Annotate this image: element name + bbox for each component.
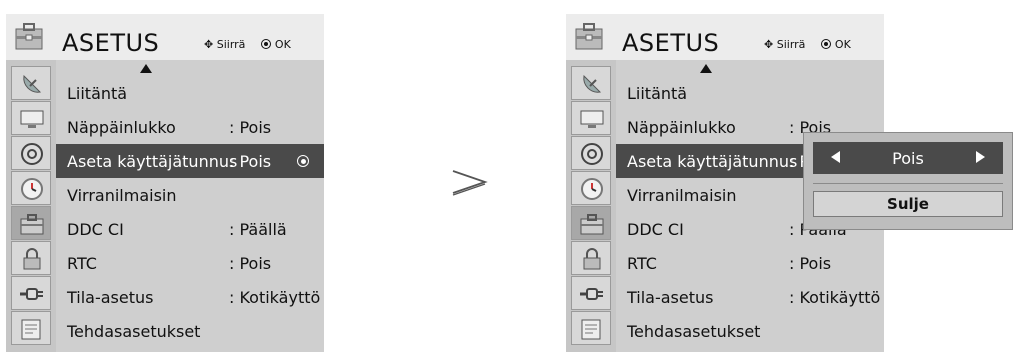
disc-icon [21, 143, 43, 165]
menu-header: ASETUS ✥ Siirrä OK [566, 14, 884, 60]
satellite-dish-icon [23, 74, 42, 93]
monitor-icon [580, 110, 604, 128]
clock-icon [21, 178, 43, 200]
item-label: Näppäinlukko [67, 118, 176, 137]
category-option[interactable] [571, 206, 611, 240]
item-value: : Kotikäyttö [789, 288, 881, 307]
satellite-dish-icon [583, 74, 602, 93]
category-input[interactable] [571, 276, 611, 310]
settings-list: Liitäntä Näppäinlukko : Pois Aseta käyttä… [56, 60, 324, 352]
item-label: Tila-asetus [627, 288, 714, 307]
category-time[interactable] [571, 171, 611, 205]
category-picture[interactable] [11, 66, 51, 100]
hint-ok-label: OK [834, 38, 851, 51]
monitor-icon [20, 110, 44, 128]
popup-divider [813, 183, 1003, 184]
item-label: Tila-asetus [67, 288, 154, 307]
ok-button-icon [820, 39, 831, 49]
category-audio[interactable] [11, 136, 51, 170]
hint-move-label: Siirrä [216, 38, 246, 51]
category-icon-column [566, 60, 616, 352]
item-label: Virranilmaisin [67, 186, 177, 205]
menu-item-tila-asetus[interactable]: Tila-asetus : Kotikäyttö [616, 280, 884, 314]
category-lock[interactable] [11, 241, 51, 275]
menu-item-ddc-ci[interactable]: DDC CI : Päällä [56, 212, 324, 246]
menu-item-aseta-kayttajatunnus[interactable]: Aseta käyttäjätunnus: Pois [56, 144, 324, 178]
ok-button-icon [260, 39, 271, 49]
toolbox-icon [20, 214, 44, 235]
category-screen[interactable] [11, 101, 51, 135]
category-screen[interactable] [571, 101, 611, 135]
item-label: Aseta käyttäjätunnus [67, 152, 238, 171]
item-label: Aseta käyttäjätunnus [627, 152, 798, 171]
menu-item-tila-asetus[interactable]: Tila-asetus : Kotikäyttö [56, 280, 324, 314]
arrow-right-icon[interactable] [976, 151, 985, 163]
menu-panel-before: ASETUS ✥ Siirrä OK Liitäntä Näppäinlukko… [6, 14, 324, 352]
item-value: : Kotikäyttö [229, 288, 321, 307]
item-label: Tehdasasetukset [67, 322, 201, 341]
category-picture[interactable] [571, 66, 611, 100]
value-selector[interactable]: Pois [813, 142, 1003, 174]
ok-button-icon [297, 155, 309, 167]
category-time[interactable] [11, 171, 51, 205]
menu-item-liitanta[interactable]: Liitäntä [56, 76, 324, 110]
move-arrows-icon: ✥ [764, 38, 774, 51]
hint-move-label: Siirrä [776, 38, 806, 51]
lock-icon [23, 248, 41, 270]
item-label: RTC [627, 254, 657, 273]
item-label: DDC CI [67, 220, 124, 239]
scroll-up-arrow-icon[interactable] [140, 64, 152, 73]
menu-item-liitanta[interactable]: Liitäntä [616, 76, 884, 110]
menu-title: ASETUS [622, 29, 720, 57]
item-value: : Pois [229, 152, 272, 171]
hint-ok-label: OK [274, 38, 291, 51]
item-label: Näppäinlukko [627, 118, 736, 137]
item-label: Tehdasasetukset [627, 322, 761, 341]
item-value: : Päällä [229, 220, 287, 239]
menu-title: ASETUS [62, 29, 160, 57]
category-audio[interactable] [571, 136, 611, 170]
nav-hint: ✥ Siirrä OK [764, 38, 851, 51]
settings-sheet-icon [21, 319, 41, 340]
nav-hint: ✥ Siirrä OK [204, 38, 291, 51]
item-label: DDC CI [627, 220, 684, 239]
menu-item-tehdasasetukset[interactable]: Tehdasasetukset [616, 314, 884, 348]
category-input[interactable] [11, 276, 51, 310]
item-label: Liitäntä [67, 84, 128, 103]
menu-item-tehdasasetukset[interactable]: Tehdasasetukset [56, 314, 324, 348]
menu-item-virranilmaisin[interactable]: Virranilmaisin [56, 178, 324, 212]
toolbox-icon [575, 23, 603, 50]
category-option[interactable] [11, 206, 51, 240]
lock-icon [583, 248, 601, 270]
menu-item-rtc[interactable]: RTC : Pois [56, 246, 324, 280]
category-lock[interactable] [571, 241, 611, 275]
item-value: : Pois [789, 254, 832, 273]
item-label: Liitäntä [627, 84, 688, 103]
category-usb[interactable] [11, 311, 51, 345]
category-icon-column [6, 60, 56, 352]
toolbox-icon [15, 23, 43, 50]
category-usb[interactable] [571, 311, 611, 345]
selected-value: Pois [892, 149, 924, 168]
disc-icon [581, 143, 603, 165]
menu-item-nappainlukko[interactable]: Näppäinlukko : Pois [56, 110, 324, 144]
step-arrow-icon [452, 170, 488, 196]
item-label: RTC [67, 254, 97, 273]
close-button[interactable]: Sulje [813, 191, 1003, 217]
move-arrows-icon: ✥ [204, 38, 214, 51]
settings-sheet-icon [581, 319, 601, 340]
value-popup: Pois Sulje [803, 132, 1013, 230]
scroll-up-arrow-icon[interactable] [700, 64, 712, 73]
item-label: Virranilmaisin [627, 186, 737, 205]
input-plug-icon [20, 288, 43, 300]
menu-header: ASETUS ✥ Siirrä OK [6, 14, 324, 60]
toolbox-icon [580, 214, 604, 235]
item-value: : Pois [229, 118, 272, 137]
input-plug-icon [580, 288, 603, 300]
menu-item-rtc[interactable]: RTC : Pois [616, 246, 884, 280]
item-value: : Pois [229, 254, 272, 273]
clock-icon [581, 178, 603, 200]
